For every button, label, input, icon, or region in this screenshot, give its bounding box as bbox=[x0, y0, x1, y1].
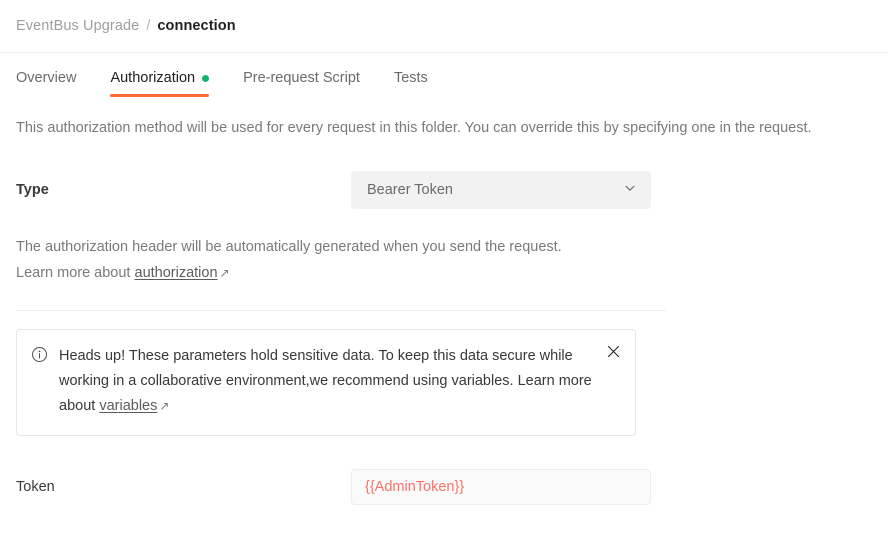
authorization-form: Type Bearer Token The authorization head… bbox=[0, 171, 888, 505]
section-divider bbox=[16, 310, 666, 311]
auth-type-selected-value: Bearer Token bbox=[367, 182, 453, 198]
unsaved-changes-dot-icon bbox=[202, 74, 210, 82]
active-tab-underline bbox=[110, 94, 210, 97]
breadcrumb-current-item: connection bbox=[157, 18, 236, 34]
external-link-arrow-icon: ↗ bbox=[219, 266, 230, 280]
auth-type-row: Type Bearer Token bbox=[16, 171, 872, 209]
tab-overview-label: Overview bbox=[16, 70, 77, 86]
folder-auth-description: This authorization method will be used f… bbox=[16, 120, 812, 136]
token-input-value: {{AdminToken}} bbox=[365, 479, 465, 495]
breadcrumb: EventBus Upgrade / connection bbox=[0, 0, 888, 53]
tab-authorization-label: Authorization bbox=[110, 70, 196, 86]
auth-helper-text: The authorization header will be automat… bbox=[16, 234, 586, 286]
auth-type-label: Type bbox=[16, 182, 49, 198]
breadcrumb-root-link[interactable]: EventBus Upgrade bbox=[16, 18, 139, 34]
token-row: Token {{AdminToken}} bbox=[16, 469, 872, 505]
close-icon[interactable] bbox=[604, 342, 622, 360]
auth-helper-text-body: The authorization header will be automat… bbox=[16, 239, 562, 281]
tab-tests-label: Tests bbox=[393, 70, 428, 86]
tab-overview[interactable]: Overview bbox=[16, 70, 76, 97]
tab-pre-request-script[interactable]: Pre-request Script bbox=[243, 70, 360, 97]
tab-tests[interactable]: Tests bbox=[394, 70, 428, 97]
external-link-arrow-icon: ↗ bbox=[159, 399, 170, 413]
authorization-docs-link[interactable]: authorization bbox=[135, 265, 218, 281]
sensitive-data-callout-text: Heads up! These parameters hold sensitiv… bbox=[59, 344, 619, 419]
variables-docs-link[interactable]: variables bbox=[99, 398, 157, 414]
auth-type-select[interactable]: Bearer Token bbox=[351, 171, 651, 209]
breadcrumb-separator: / bbox=[146, 18, 151, 34]
tab-bar: Overview Authorization Pre-request Scrip… bbox=[0, 53, 888, 97]
info-circle-icon bbox=[31, 346, 48, 368]
tab-pre-request-script-label: Pre-request Script bbox=[243, 70, 360, 86]
token-label: Token bbox=[16, 479, 55, 495]
chevron-down-icon bbox=[623, 181, 637, 200]
token-input[interactable]: {{AdminToken}} bbox=[351, 469, 651, 505]
sensitive-data-callout: Heads up! These parameters hold sensitiv… bbox=[16, 329, 636, 436]
tab-authorization[interactable]: Authorization bbox=[110, 70, 210, 97]
